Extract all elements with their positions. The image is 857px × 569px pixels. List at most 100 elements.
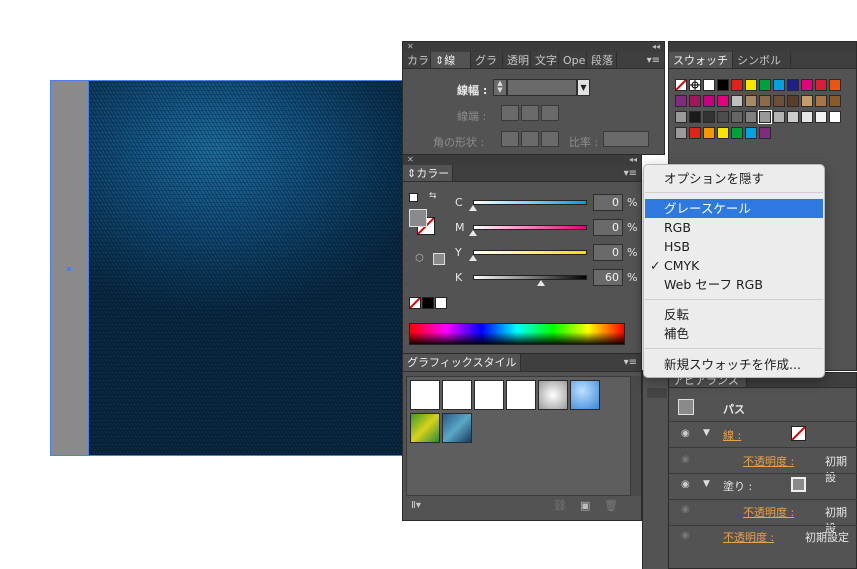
tab-graphic-styles[interactable]: グラフィックスタイル — [403, 354, 521, 371]
butt-cap-icon[interactable] — [501, 105, 519, 121]
graphic-style-blue-pattern[interactable] — [442, 413, 472, 443]
new-style-icon[interactable]: ▣ — [580, 499, 590, 512]
graphic-style-outline[interactable] — [506, 380, 536, 410]
tab-transparency[interactable]: 透明 — [503, 52, 531, 68]
none-swatch[interactable] — [675, 79, 687, 91]
magenta-value-input[interactable]: 0 — [593, 219, 623, 236]
color-swatch[interactable] — [689, 127, 701, 139]
tab-symbols[interactable]: シンボル — [733, 52, 791, 68]
black-value-input[interactable]: 60 — [593, 269, 623, 286]
close-icon[interactable]: ✕ — [407, 42, 414, 52]
color-swatch[interactable] — [745, 95, 757, 107]
out-of-gamut-cube-icon[interactable]: ⬡ — [415, 253, 424, 264]
color-swatch[interactable] — [731, 79, 743, 91]
tab-opentype[interactable]: Oper — [559, 52, 587, 68]
folder-icon[interactable] — [675, 127, 687, 139]
color-swatch[interactable] — [717, 111, 729, 123]
color-swatch[interactable] — [731, 111, 743, 123]
none-color-button[interactable] — [409, 297, 421, 309]
panel-menu-icon[interactable]: ▾≡ — [624, 168, 637, 179]
tab-paragraph[interactable]: 段落 — [587, 52, 617, 68]
color-swatch[interactable] — [773, 95, 785, 107]
selected-gray-rectangle[interactable] — [50, 80, 89, 456]
color-swatch[interactable] — [703, 111, 715, 123]
color-swatch[interactable] — [829, 95, 841, 107]
projecting-cap-icon[interactable] — [541, 105, 559, 121]
yellow-slider-thumb[interactable] — [469, 255, 477, 261]
registration-swatch[interactable] — [689, 79, 701, 91]
color-swatch[interactable] — [801, 111, 813, 123]
menu-item[interactable]: Web セーフ RGB — [645, 275, 823, 294]
styles-scrollbar[interactable] — [631, 376, 641, 496]
disclosure-triangle-icon[interactable]: ▼ — [703, 428, 710, 438]
eye-icon[interactable]: ◉ — [681, 428, 690, 439]
tab-color[interactable]: カラ — [403, 52, 431, 68]
color-swatch[interactable] — [717, 127, 729, 139]
color-swatch[interactable] — [745, 127, 757, 139]
tab-stroke[interactable]: ⇕線 — [431, 52, 471, 68]
miter-join-icon[interactable] — [501, 131, 519, 147]
fill-opacity-link[interactable]: 不透明度 : — [743, 504, 794, 520]
panel-menu-icon[interactable]: ▾≡ — [647, 55, 660, 66]
color-swatch[interactable] — [703, 79, 715, 91]
color-swatch[interactable] — [815, 95, 827, 107]
menu-item[interactable]: RGB — [645, 218, 823, 237]
stroke-width-stepper[interactable]: ▲ ▼ — [493, 79, 507, 96]
swap-colors-icon[interactable]: ⇆ — [429, 191, 437, 201]
menu-item[interactable]: オプションを隠す — [645, 169, 823, 188]
stroke-none-swatch[interactable] — [791, 426, 806, 441]
color-swatch[interactable] — [717, 95, 729, 107]
graphic-style-blue-glow[interactable] — [570, 380, 600, 410]
menu-item[interactable]: 反転 — [645, 305, 823, 324]
eye-icon[interactable]: ◉ — [681, 504, 690, 515]
color-swatch[interactable] — [689, 95, 701, 107]
fill-swatch[interactable] — [409, 209, 427, 227]
yellow-slider[interactable] — [473, 250, 587, 255]
anchor-point[interactable] — [67, 267, 71, 271]
color-swatch[interactable] — [745, 111, 757, 123]
color-swatch[interactable] — [773, 111, 785, 123]
black-slider[interactable] — [473, 275, 587, 280]
color-swatch[interactable] — [731, 95, 743, 107]
color-swatch[interactable] — [717, 79, 729, 91]
cyan-value-input[interactable]: 0 — [593, 194, 623, 211]
color-swatch[interactable] — [703, 127, 715, 139]
color-swatch[interactable] — [759, 79, 771, 91]
tab-character[interactable]: 文字 — [531, 52, 559, 68]
color-swatch[interactable] — [759, 95, 771, 107]
color-swatch[interactable] — [801, 95, 813, 107]
graphic-style-white[interactable] — [474, 380, 504, 410]
color-swatch[interactable] — [773, 79, 785, 91]
menu-item[interactable]: HSB — [645, 237, 823, 256]
miter-ratio-input[interactable] — [603, 131, 649, 147]
collapse-icon[interactable]: ◂◂ — [629, 155, 637, 165]
color-swatch[interactable] — [829, 111, 841, 123]
cyan-slider[interactable] — [473, 200, 587, 205]
bevel-join-icon[interactable] — [541, 131, 559, 147]
disclosure-triangle-icon[interactable]: ▼ — [703, 479, 710, 489]
graphic-style-default[interactable] — [410, 380, 440, 410]
eye-icon[interactable]: ◉ — [681, 479, 690, 490]
cyan-slider-thumb[interactable] — [469, 205, 477, 211]
stroke-width-input[interactable] — [507, 79, 577, 96]
color-swatch[interactable] — [787, 95, 799, 107]
color-swatch[interactable] — [815, 111, 827, 123]
libraries-menu-icon[interactable]: Ⅱ▾ — [411, 500, 421, 511]
stroke-attribute-link[interactable]: 線 : — [723, 427, 741, 443]
color-swatch[interactable] — [787, 111, 799, 123]
fill-swatch[interactable] — [791, 477, 806, 492]
magenta-slider-thumb[interactable] — [469, 230, 477, 236]
color-swatch[interactable] — [689, 111, 701, 123]
color-spectrum-bar[interactable] — [409, 323, 625, 345]
black-color-button[interactable] — [422, 297, 434, 309]
white-color-button[interactable] — [435, 297, 447, 309]
color-swatch[interactable] — [815, 79, 827, 91]
collapse-icon[interactable]: ◂◂ — [652, 42, 660, 52]
graphic-style-gray-glow[interactable] — [538, 380, 568, 410]
chevron-down-icon[interactable]: ▼ — [577, 79, 590, 96]
tab-gradient[interactable]: グラ — [471, 52, 503, 68]
yellow-value-input[interactable]: 0 — [593, 244, 623, 261]
stroke-opacity-link[interactable]: 不透明度 : — [743, 453, 794, 469]
trash-icon[interactable]: 🗑 — [604, 499, 618, 512]
menu-item[interactable]: グレースケール — [645, 199, 823, 218]
